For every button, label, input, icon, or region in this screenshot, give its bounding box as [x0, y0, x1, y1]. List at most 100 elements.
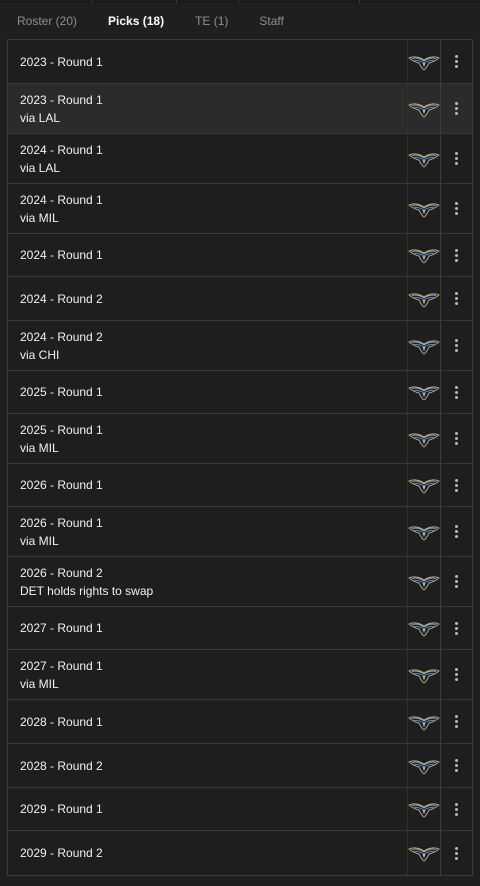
pick-row[interactable]: 2025 - Round 1: [8, 371, 472, 414]
pick-title: 2027 - Round 1: [20, 621, 103, 635]
pick-title: 2026 - Round 1: [20, 478, 103, 492]
pick-text: 2024 - Round 1 via LAL: [8, 134, 407, 183]
pelicans-logo-icon: [407, 321, 441, 370]
more-vertical-icon[interactable]: [441, 134, 472, 183]
pick-text: 2023 - Round 1 via LAL: [8, 84, 407, 133]
pick-row[interactable]: 2024 - Round 2: [8, 277, 472, 321]
pelicans-logo-icon: [407, 134, 441, 183]
pick-title: 2024 - Round 2: [20, 291, 103, 306]
tab-picks[interactable]: Picks (18): [108, 14, 164, 28]
tab-bar: Roster (20) Picks (18) TE (1) Staff: [0, 3, 480, 39]
more-vertical-icon[interactable]: [441, 234, 472, 276]
pick-row[interactable]: 2024 - Round 1 via LAL: [8, 134, 472, 184]
pick-row[interactable]: 2023 - Round 1 via LAL: [8, 84, 472, 134]
more-vertical-icon[interactable]: [441, 700, 472, 743]
pick-title: 2029 - Round 1: [20, 802, 103, 816]
pick-text: 2026 - Round 1: [8, 464, 407, 506]
pick-origin: DET holds rights to swap: [20, 583, 154, 598]
pick-origin: via MIL: [20, 440, 59, 455]
pick-text: 2025 - Round 1: [8, 371, 407, 413]
pelicans-logo-icon: [407, 788, 441, 830]
pelicans-logo-icon: [407, 414, 441, 463]
more-vertical-icon[interactable]: [441, 40, 472, 83]
more-vertical-icon[interactable]: [441, 607, 472, 649]
pick-row[interactable]: 2028 - Round 2: [8, 744, 472, 788]
pelicans-logo-icon: [407, 84, 441, 133]
tab-staff[interactable]: Staff: [259, 14, 283, 28]
pick-title: 2024 - Round 2: [20, 329, 103, 344]
more-vertical-icon[interactable]: [441, 371, 472, 413]
more-vertical-icon[interactable]: [441, 650, 472, 699]
pick-text: 2026 - Round 2 DET holds rights to swap: [8, 557, 407, 606]
pick-text: 2027 - Round 1: [8, 607, 407, 649]
pick-row[interactable]: 2028 - Round 1: [8, 700, 472, 744]
pelicans-logo-icon: [407, 700, 441, 743]
pick-row[interactable]: 2024 - Round 2 via CHI: [8, 321, 472, 371]
more-vertical-icon[interactable]: [441, 744, 472, 787]
pick-title: 2023 - Round 1: [20, 54, 103, 69]
pelicans-logo-icon: [407, 464, 441, 506]
tab-te[interactable]: TE (1): [195, 14, 228, 28]
more-vertical-icon[interactable]: [441, 414, 472, 463]
more-vertical-icon[interactable]: [441, 184, 472, 233]
picks-panel: Roster (20) Picks (18) TE (1) Staff 2023…: [0, 0, 480, 886]
pelicans-logo-icon: [407, 277, 441, 320]
pick-origin: via MIL: [20, 676, 59, 691]
pick-row[interactable]: 2027 - Round 1 via MIL: [8, 650, 472, 700]
more-vertical-icon[interactable]: [441, 84, 472, 133]
pick-text: 2025 - Round 1 via MIL: [8, 414, 407, 463]
pelicans-logo-icon: [407, 831, 441, 875]
pick-row[interactable]: 2023 - Round 1: [8, 40, 472, 84]
pick-text: 2023 - Round 1: [8, 40, 407, 83]
pick-title: 2027 - Round 1: [20, 658, 103, 673]
pick-origin: via MIL: [20, 210, 59, 225]
pick-title: 2024 - Round 1: [20, 142, 103, 157]
pelicans-logo-icon: [407, 40, 441, 83]
pelicans-logo-icon: [407, 650, 441, 699]
pick-title: 2026 - Round 1: [20, 515, 103, 530]
pick-title: 2025 - Round 1: [20, 385, 103, 399]
pick-row[interactable]: 2029 - Round 2: [8, 831, 472, 875]
pelicans-logo-icon: [407, 744, 441, 787]
pick-text: 2024 - Round 2: [8, 277, 407, 320]
pelicans-logo-icon: [407, 507, 441, 556]
pelicans-logo-icon: [407, 557, 441, 606]
pick-text: 2027 - Round 1 via MIL: [8, 650, 407, 699]
pick-origin: via MIL: [20, 533, 59, 548]
more-vertical-icon[interactable]: [441, 831, 472, 875]
pelicans-logo-icon: [407, 371, 441, 413]
pick-row[interactable]: 2027 - Round 1: [8, 607, 472, 650]
more-vertical-icon[interactable]: [441, 464, 472, 506]
pick-text: 2024 - Round 2 via CHI: [8, 321, 407, 370]
pick-text: 2024 - Round 1 via MIL: [8, 184, 407, 233]
pick-origin: via LAL: [20, 110, 61, 125]
more-vertical-icon[interactable]: [441, 557, 472, 606]
pick-title: 2028 - Round 2: [20, 758, 103, 773]
pick-origin: via CHI: [20, 347, 60, 362]
pelicans-logo-icon: [407, 234, 441, 276]
pick-row[interactable]: 2026 - Round 1: [8, 464, 472, 507]
more-vertical-icon[interactable]: [441, 507, 472, 556]
pick-text: 2026 - Round 1 via MIL: [8, 507, 407, 556]
pick-row[interactable]: 2024 - Round 1 via MIL: [8, 184, 472, 234]
pelicans-logo-icon: [407, 607, 441, 649]
pick-title: 2026 - Round 2: [20, 565, 103, 580]
pick-row[interactable]: 2026 - Round 2 DET holds rights to swap: [8, 557, 472, 607]
pick-row[interactable]: 2026 - Round 1 via MIL: [8, 507, 472, 557]
pick-row[interactable]: 2029 - Round 1: [8, 788, 472, 831]
pick-text: 2028 - Round 1: [8, 700, 407, 743]
more-vertical-icon[interactable]: [441, 277, 472, 320]
pick-text: 2028 - Round 2: [8, 744, 407, 787]
tab-roster[interactable]: Roster (20): [17, 14, 77, 28]
more-vertical-icon[interactable]: [441, 321, 472, 370]
pelicans-logo-icon: [407, 184, 441, 233]
pick-row[interactable]: 2025 - Round 1 via MIL: [8, 414, 472, 464]
pick-text: 2024 - Round 1: [8, 234, 407, 276]
pick-title: 2024 - Round 1: [20, 192, 103, 207]
pick-title: 2024 - Round 1: [20, 248, 103, 262]
pick-text: 2029 - Round 1: [8, 788, 407, 830]
pick-row[interactable]: 2024 - Round 1: [8, 234, 472, 277]
pick-title: 2029 - Round 2: [20, 846, 103, 860]
draft-pick-list: 2023 - Round 1 2023 - Round 1 via LAL 2024 …: [7, 39, 473, 876]
more-vertical-icon[interactable]: [441, 788, 472, 830]
